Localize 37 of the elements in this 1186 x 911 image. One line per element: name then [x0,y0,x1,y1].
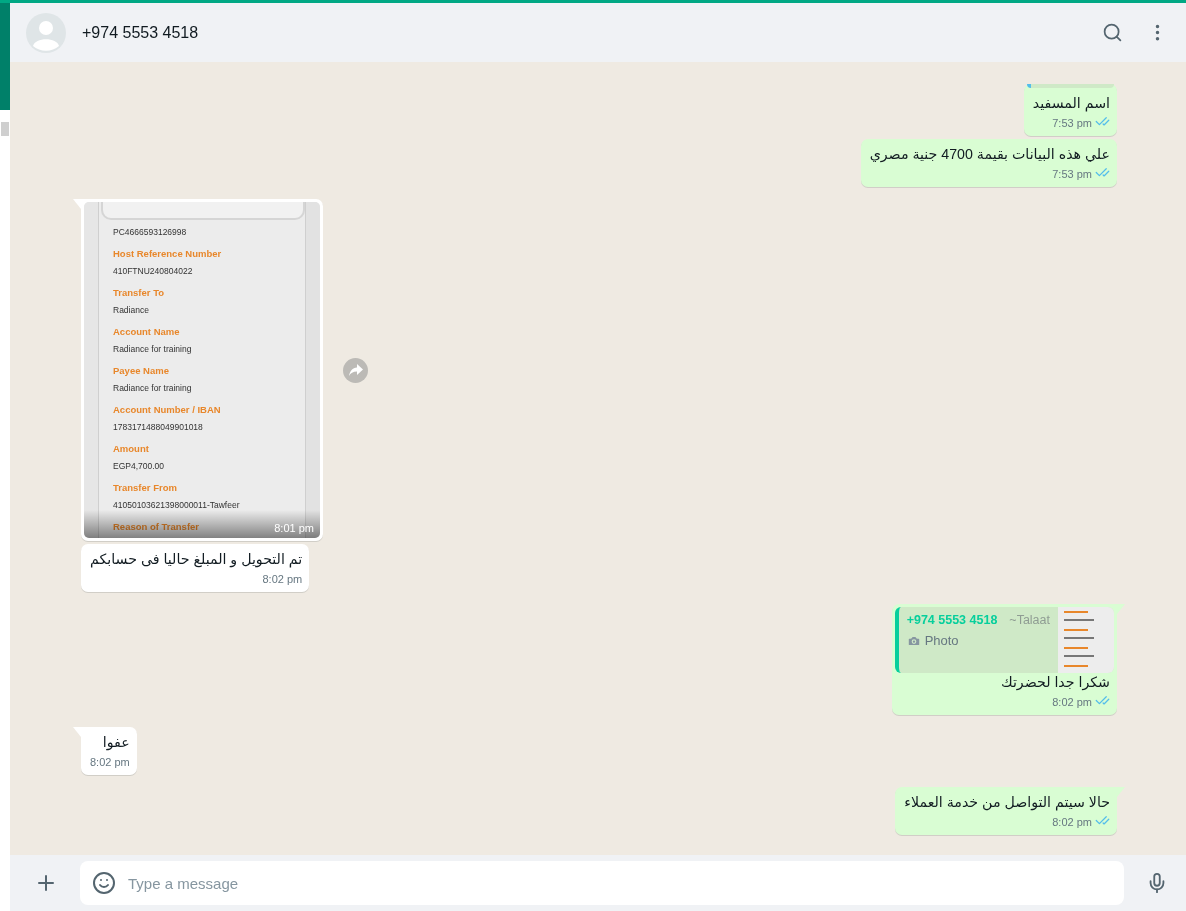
receipt-value: 1783171488049901018 [113,422,203,432]
receipt-label: Transfer From [113,482,177,493]
receipt-label: Host Reference Number [113,248,222,259]
message-time: 8:02 pm [90,755,130,770]
message-time: 8:02 pm [1052,815,1092,830]
receipt-value: 410FTNU240804022 [113,266,193,276]
message-text: اسم المسفيد [1032,94,1110,113]
receipt-value: EGP4,700.00 [113,461,165,471]
message-time: 8:02 pm [262,572,303,587]
receipt-label: Account Number / IBAN [113,404,221,415]
receipt-label: Account Name [113,326,180,337]
receipt-value: Radiance for training [113,344,192,354]
receipt-value: Radiance for training [113,383,192,393]
message-text: عفوا [101,733,130,752]
receipt-label: Reason of Transfer [113,521,200,532]
message-time: 7:53 pm [1052,167,1092,182]
scrollbar-thumb[interactable] [1,122,9,136]
message-text: علي هذه البيانات بقيمة 4700 جنية مصري [869,145,1110,164]
contact-name[interactable]: +974 5553 4518 [82,23,1082,42]
message-time: 8:01 pm [274,522,314,534]
receipt-label: Transfer To [113,287,165,298]
emoji-icon[interactable] [92,871,116,895]
message-text: حالا سيتم التواصل من خدمة العملاء [904,793,1110,812]
receipt-value: Radiance [113,305,149,315]
message-text: شكرا جدا لحضرتك [999,673,1110,692]
composer-field[interactable]: Type a message [80,861,1124,905]
receipt-value: 41050103621398000011-Tawfeer [113,500,240,510]
receipt-label: Payee Name [113,365,169,376]
message-time: 7:53 pm [1052,116,1092,131]
receipt-label: Amount [113,443,149,454]
quote-name: ~Talaat [1009,613,1050,627]
quote-author: +974 5553 4518 [906,613,998,627]
receipt-value: PC4666593126998 [113,227,187,237]
message-text: تم التحويل و المبلغ حاليا فى حسابكم [90,550,303,569]
quote-type-label: Photo [924,633,959,648]
quoted-message[interactable]: +974 5553 4518 ~Talaat Photo [894,607,1114,673]
message-time: 8:02 pm [1052,695,1092,710]
